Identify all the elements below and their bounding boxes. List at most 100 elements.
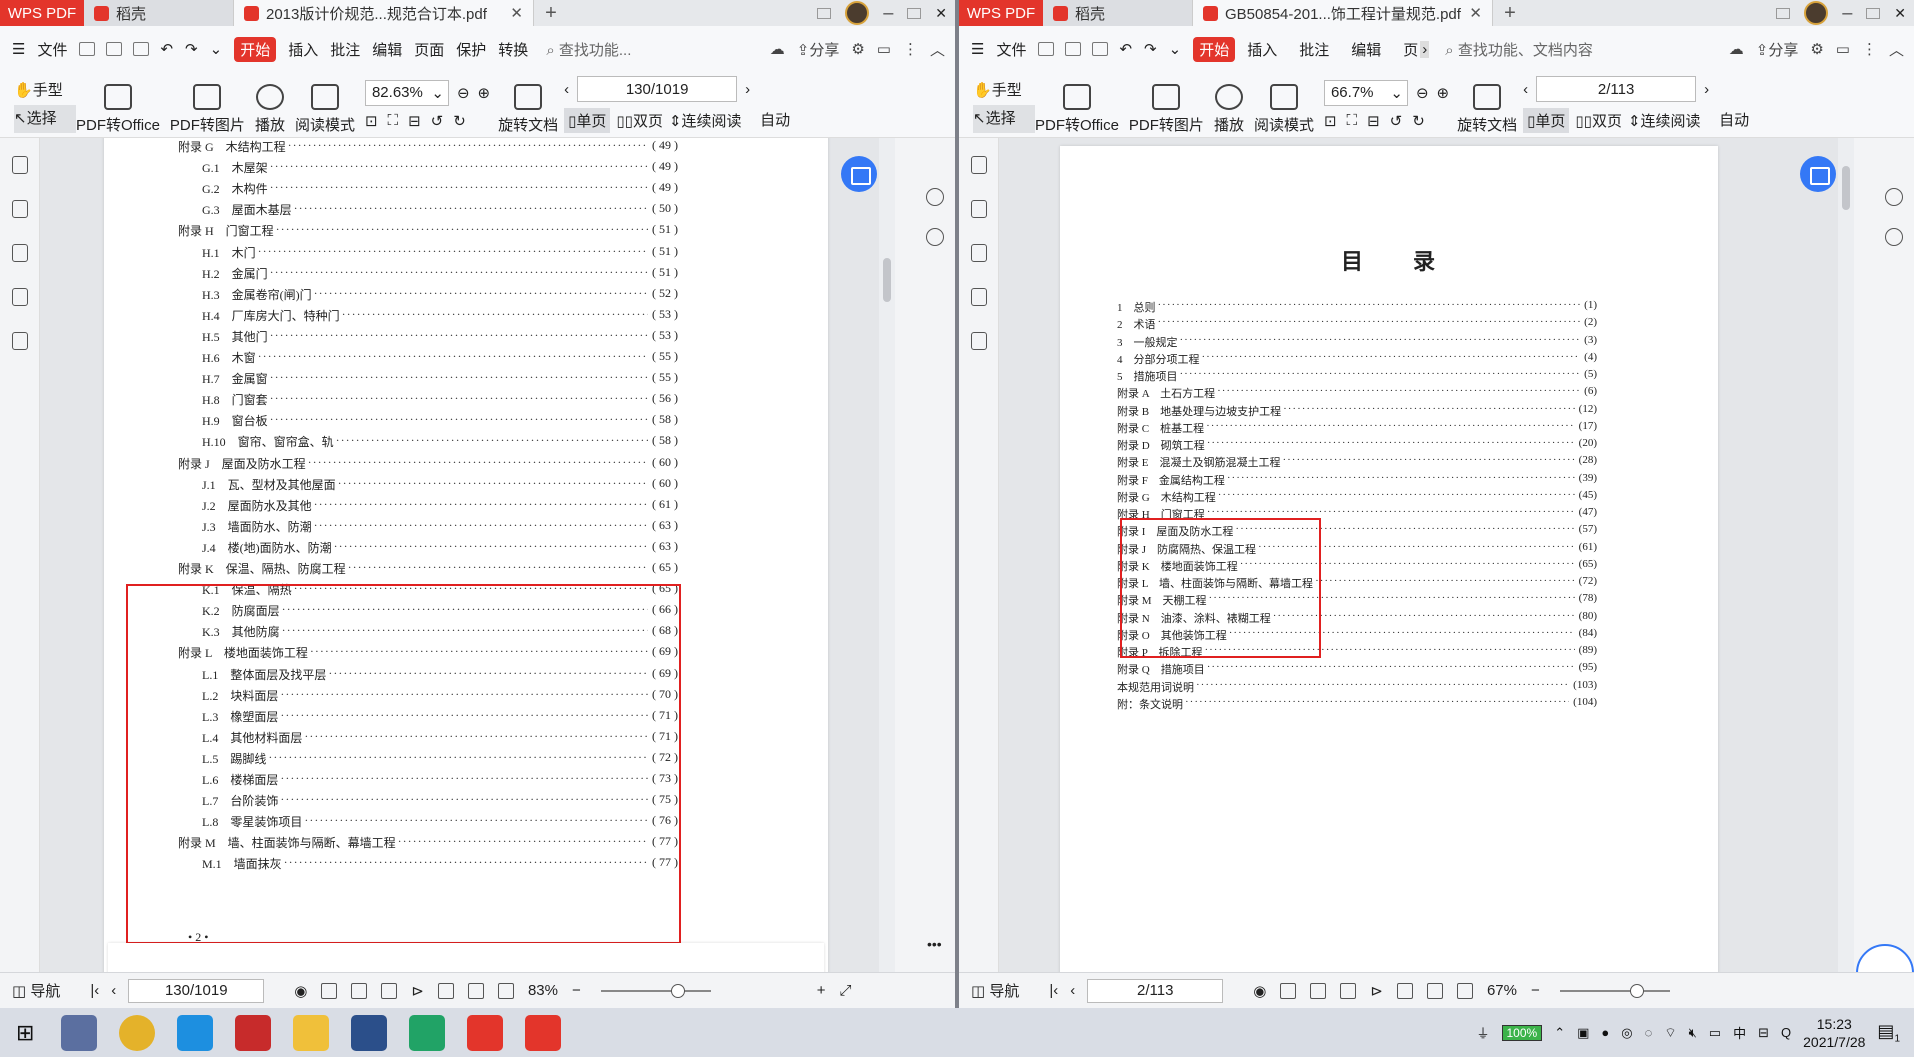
reading-mode-button[interactable]: 阅读模式 (1254, 75, 1314, 135)
tray-app-icon[interactable]: ▣ (1577, 1025, 1589, 1041)
menu-scroll-right-icon[interactable]: › (1420, 40, 1430, 58)
minus-icon[interactable]: − (572, 982, 581, 999)
signature-icon[interactable] (11, 332, 28, 350)
status-zoom-value[interactable]: 83% (528, 982, 558, 999)
actual-size-icon[interactable] (437, 982, 454, 999)
zoom-slider[interactable] (1559, 983, 1670, 998)
thumbnail-icon[interactable] (970, 200, 987, 218)
rotate-document-button[interactable]: 旋转文档 (498, 75, 558, 135)
fullscreen-icon[interactable]: ⤢ (840, 982, 852, 999)
wifi-icon[interactable]: ⌔ (1664, 1025, 1676, 1041)
menu-start[interactable]: 开始 (234, 36, 277, 62)
menu-page[interactable]: 页面 (414, 39, 444, 60)
document-tab[interactable]: GB50854-201...饰工程计量规范.pdf ✕ (1193, 0, 1493, 26)
more-icon[interactable]: ⋮ (903, 40, 918, 58)
toc-row[interactable]: 附录 B 地基处理与边坡支护工程 ························… (1117, 403, 1597, 419)
find-icon[interactable] (926, 188, 944, 206)
wps-pdf-icon[interactable] (467, 1014, 504, 1051)
next-page-icon[interactable]: › (745, 81, 750, 98)
pdf-to-office-button[interactable]: PDF转Office (76, 75, 160, 135)
double-page-button[interactable]: ▯▯双页 (616, 110, 663, 131)
gear-icon[interactable]: ⚙ (851, 40, 864, 58)
single-page-button[interactable]: ▯单页 (1523, 108, 1570, 133)
chevron-up-icon[interactable]: ⌃ (1554, 1025, 1565, 1041)
toc-row[interactable]: 附录 J 屋面及防水工程 ····························… (178, 455, 678, 472)
undo-icon[interactable]: ↶ (1119, 40, 1132, 58)
volume-mute-icon[interactable]: 🔇︎ (1689, 1025, 1697, 1041)
minimize-icon[interactable]: ─ (883, 5, 893, 21)
wechat-icon[interactable]: ◎ (1621, 1025, 1632, 1041)
toc-row[interactable]: 附录 F 金属结构工程 ·····························… (1117, 472, 1597, 488)
qq-icon[interactable]: ● (1601, 1025, 1609, 1040)
single-view-icon[interactable] (1310, 982, 1327, 999)
document-tab[interactable]: 2013版计价规范...规范合订本.pdf ✕ (234, 0, 534, 26)
continuous-read-button[interactable]: ⇕连续阅读 (1628, 110, 1701, 131)
toc-row[interactable]: 2 术语 ····································… (1117, 316, 1597, 332)
close-tab-icon[interactable]: ✕ (510, 4, 523, 22)
open-folder-icon[interactable] (79, 42, 96, 56)
chrome-icon[interactable] (119, 1014, 156, 1051)
toc-row[interactable]: 3 一般规定 ··································… (1117, 334, 1597, 350)
prev-page-icon[interactable]: ‹ (1070, 982, 1075, 999)
chevron-down-icon[interactable]: ⌄ (210, 40, 223, 58)
cloud-sync-icon[interactable]: ☁ (770, 40, 785, 58)
fit-page-icon[interactable] (1426, 982, 1443, 999)
actual-size-icon[interactable]: ⊡ (1324, 112, 1337, 130)
print-icon[interactable] (1092, 42, 1109, 56)
print-icon[interactable] (133, 42, 150, 56)
zoom-slider-knob[interactable] (1629, 983, 1644, 998)
actual-size-icon[interactable] (1396, 982, 1413, 999)
redo-icon[interactable]: ↷ (1144, 40, 1157, 58)
first-page-icon[interactable]: |‹ (1049, 982, 1058, 999)
toc-row[interactable]: H.2 金属门 ·································… (202, 265, 678, 282)
toc-row[interactable]: 附录 G 木结构工程 ······························… (178, 138, 678, 155)
battery-indicator[interactable]: 100% (1501, 1024, 1543, 1041)
toc-row[interactable]: 附录 H 门窗工程 ·······························… (178, 222, 678, 239)
vertical-scrollbar[interactable] (879, 138, 895, 972)
prev-page-icon[interactable]: ‹ (111, 982, 116, 999)
document-view[interactable]: 目 录 1 总则 ································… (999, 138, 1838, 972)
menu-start[interactable]: 开始 (1193, 36, 1236, 62)
play-button[interactable]: 播放 (255, 75, 285, 135)
menu-insert[interactable]: 插入 (288, 39, 318, 60)
new-tab-button[interactable]: + (1493, 0, 1527, 26)
undo-icon[interactable]: ↶ (160, 40, 173, 58)
menu-annotate[interactable]: 批注 (1299, 39, 1329, 60)
menu-protect[interactable]: 保护 (456, 39, 486, 60)
maximize-icon[interactable] (907, 7, 922, 19)
double-view-icon[interactable] (381, 982, 398, 999)
toc-row[interactable]: H.3 金属卷帘(闸)门 ····························… (202, 286, 678, 303)
toc-row[interactable]: 附录 G 木结构工程 ······························… (1117, 489, 1597, 505)
close-tab-icon[interactable]: ✕ (1469, 4, 1482, 22)
notification-icon[interactable]: ▤1 (1877, 1021, 1900, 1045)
cad-viewer-icon[interactable] (351, 1014, 388, 1051)
vertical-scrollbar[interactable] (1838, 138, 1854, 972)
floating-convert-button[interactable] (841, 156, 877, 192)
pdf-to-office-button[interactable]: PDF转Office (1035, 75, 1119, 135)
toc-row[interactable]: 本规范用词说明 ·································… (1117, 679, 1597, 695)
toc-row[interactable]: H.1 木门 ··································… (202, 244, 678, 261)
status-page-input[interactable]: 2/113 (1087, 978, 1224, 1003)
select-tool-button[interactable]: ↖选择 (14, 104, 76, 133)
menu-page[interactable]: 页 (1403, 39, 1418, 60)
rotate-document-button[interactable]: 旋转文档 (1457, 75, 1517, 135)
select-tool-button[interactable]: ↖选择 (973, 104, 1035, 133)
toc-row[interactable]: H.10 窗帘、窗帘盒、轨 ···························… (202, 433, 678, 450)
hand-tool-button[interactable]: ✋手型 (14, 77, 76, 105)
close-window-icon[interactable]: ✕ (935, 5, 947, 22)
maximize-icon[interactable] (1866, 7, 1881, 19)
eye-icon[interactable]: ◉ (294, 982, 307, 1000)
next-page-icon[interactable]: › (1704, 81, 1709, 98)
menu-edit[interactable]: 编辑 (1351, 39, 1381, 60)
keyboard-icon[interactable]: ▭ (1709, 1025, 1721, 1041)
share-button[interactable]: ⇪分享 (1756, 39, 1799, 60)
toc-row[interactable]: G.2 木构件 ·································… (202, 180, 678, 197)
share-button[interactable]: ⇪分享 (797, 39, 840, 60)
menu-icon[interactable]: ☰ (12, 40, 25, 58)
double-view-icon[interactable] (1340, 982, 1357, 999)
menu-file[interactable]: 文件 (996, 39, 1026, 60)
collapse-ribbon-icon[interactable]: ︿ (1889, 39, 1904, 60)
single-page-button[interactable]: ▯单页 (564, 108, 611, 133)
menu-insert[interactable]: 插入 (1247, 39, 1277, 60)
toc-row[interactable]: 附录 C 桩基工程 ·······························… (1117, 420, 1597, 436)
